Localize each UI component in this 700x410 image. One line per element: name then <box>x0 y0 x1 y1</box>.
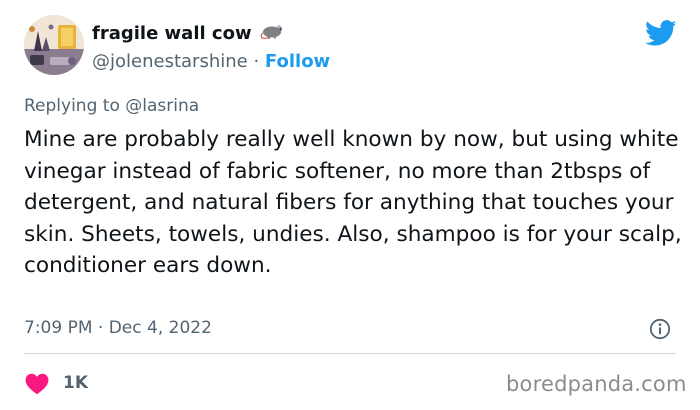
reply-mention-link[interactable]: @lasrina <box>125 96 199 116</box>
like-count[interactable]: 1K <box>63 373 88 393</box>
follow-button[interactable]: Follow <box>265 51 330 72</box>
tweet-text: Mine are probably really well known by n… <box>24 127 682 278</box>
replying-to: Replying to @lasrina <box>24 96 199 116</box>
avatar[interactable] <box>24 15 84 75</box>
divider <box>24 353 676 354</box>
heart-icon[interactable] <box>25 373 49 399</box>
rat-icon <box>260 22 286 45</box>
tweet-timestamp[interactable]: 7:09 PM · Dec 4, 2022 <box>24 318 212 338</box>
boredpanda-watermark: boredpanda.com <box>506 372 687 396</box>
handle-separator: · <box>253 51 260 72</box>
author-name-row[interactable]: fragile wall cow <box>92 22 286 45</box>
author-handle-row: @jolenestarshine · Follow <box>92 51 330 72</box>
info-icon[interactable] <box>649 318 671 344</box>
author-handle[interactable]: @jolenestarshine <box>92 51 248 72</box>
twitter-bird-icon[interactable] <box>645 20 677 51</box>
author-display-name[interactable]: fragile wall cow <box>92 23 252 44</box>
replying-to-label: Replying to <box>24 96 120 116</box>
